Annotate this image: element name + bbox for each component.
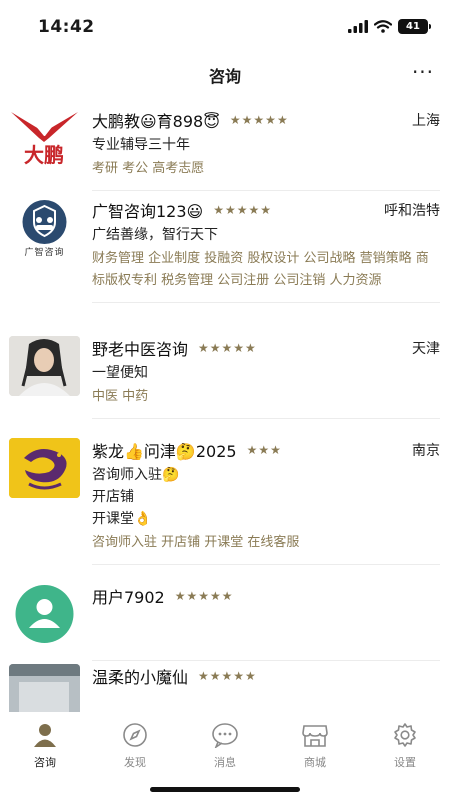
- default-user-icon: [15, 585, 74, 643]
- consultant-tags: 咨询师入驻 开店铺 开课堂 在线客服: [92, 535, 300, 550]
- list-item[interactable]: 广智咨询 广智咨询123😃 ★★★★★ 呼和浩特 广结善缘，智行天下 财务管理 …: [0, 190, 450, 328]
- rating-stars: ★★★★★: [198, 669, 257, 683]
- consultant-name: 紫龙👍问津🤔2025: [92, 442, 237, 461]
- list-item[interactable]: 紫龙👍问津🤔2025 ★★★ 南京 咨询师入驻🤔 开店铺 开课堂👌 咨询师入驻 …: [0, 430, 450, 576]
- photo-thumb: [9, 664, 80, 712]
- avatar-caption: 广智咨询: [24, 248, 65, 258]
- consultant-name: 温柔的小魔仙: [92, 668, 189, 687]
- divider: [92, 564, 440, 565]
- rating-stars: ★★★★★: [213, 203, 273, 217]
- tab-label: 商城: [304, 756, 326, 769]
- battery-icon: 41: [398, 19, 431, 34]
- status-time: 14:42: [38, 17, 95, 37]
- page-title: 咨询: [208, 67, 241, 86]
- chat-bubble-icon: [210, 720, 240, 750]
- consultant-bio: 开店铺: [92, 489, 134, 505]
- consultant-list[interactable]: 大鹏 大鹏教😃育898😇 ★★★★★ 上海 专业辅导三十年 考研 考公 高考志愿…: [0, 100, 450, 712]
- list-item[interactable]: 温柔的小魔仙 ★★★★★: [0, 656, 450, 712]
- wifi-icon: [374, 20, 392, 33]
- tab-messages[interactable]: 消息: [180, 720, 270, 772]
- rating-stars: ★★★: [246, 443, 282, 457]
- list-item[interactable]: 野老中医咨询 ★★★★★ 天津 一望便知 中医 中药: [0, 328, 450, 430]
- consultant-bio: 专业辅导三十年: [92, 137, 190, 153]
- dragon-logo: [9, 438, 80, 498]
- list-item[interactable]: 大鹏 大鹏教😃育898😇 ★★★★★ 上海 专业辅导三十年 考研 考公 高考志愿: [0, 100, 450, 191]
- tab-discover[interactable]: 发现: [90, 720, 180, 772]
- consultant-tags: 中医 中药: [92, 389, 149, 404]
- svg-text:大鹏: 大鹏: [24, 143, 64, 167]
- consultant-city: 天津: [412, 341, 440, 357]
- consultant-name: 野老中医咨询: [92, 340, 189, 359]
- consultant-bio: 开课堂👌: [92, 511, 152, 527]
- consultant-bio: 广结善缘，智行天下: [92, 227, 218, 243]
- gear-icon: [390, 720, 420, 750]
- tab-store[interactable]: 商城: [270, 720, 360, 772]
- tab-consult[interactable]: 咨询: [0, 720, 90, 772]
- tab-bar: 咨询 发现 消息 商城 设置: [0, 712, 450, 800]
- avatar[interactable]: [9, 584, 80, 644]
- store-icon: [300, 720, 330, 750]
- tab-label: 发现: [124, 756, 146, 769]
- status-icons: 41: [348, 19, 431, 34]
- person-icon: [30, 720, 60, 750]
- rating-stars: ★★★★★: [229, 113, 289, 127]
- avatar[interactable]: 大鹏: [9, 108, 80, 168]
- status-bar: 14:42 41: [0, 0, 450, 50]
- compass-icon: [120, 720, 150, 750]
- eagle-logo: 大鹏: [11, 112, 78, 167]
- avatar[interactable]: [9, 336, 80, 396]
- avatar[interactable]: 广智咨询: [9, 198, 80, 258]
- list-item[interactable]: 用户7902 ★★★★★: [0, 576, 450, 661]
- consultant-tags: 考研 考公 高考志愿: [92, 161, 205, 176]
- nav-bar: 咨询 ···: [0, 55, 450, 93]
- avatar[interactable]: [9, 438, 80, 498]
- consultant-bio: 一望便知: [92, 365, 148, 381]
- divider: [92, 418, 440, 419]
- portrait-photo: [9, 336, 80, 396]
- consultant-city: 南京: [412, 443, 440, 459]
- consultant-name: 用户7902: [92, 588, 165, 607]
- tab-label: 消息: [214, 756, 236, 769]
- home-indicator: [150, 787, 300, 792]
- rating-stars: ★★★★★: [198, 341, 257, 355]
- consultant-name: 大鹏教😃育898😇: [92, 112, 220, 131]
- consultant-bio: 咨询师入驻🤔: [92, 467, 180, 483]
- more-button[interactable]: ···: [410, 62, 436, 85]
- consultant-city: 上海: [412, 113, 440, 129]
- consultant-tags: 财务管理 企业制度 投融资 股权设计 公司战略 营销策略 商标版权专利 税务管理…: [92, 251, 429, 288]
- consultant-city: 呼和浩特: [384, 203, 440, 219]
- tab-settings[interactable]: 设置: [360, 720, 450, 772]
- tab-label: 设置: [394, 756, 416, 769]
- divider: [92, 302, 440, 303]
- signal-icon: [348, 20, 368, 33]
- tab-label: 咨询: [34, 756, 56, 769]
- avatar[interactable]: [9, 664, 80, 712]
- rating-stars: ★★★★★: [174, 589, 234, 603]
- consultant-name: 广智咨询123😃: [92, 202, 204, 221]
